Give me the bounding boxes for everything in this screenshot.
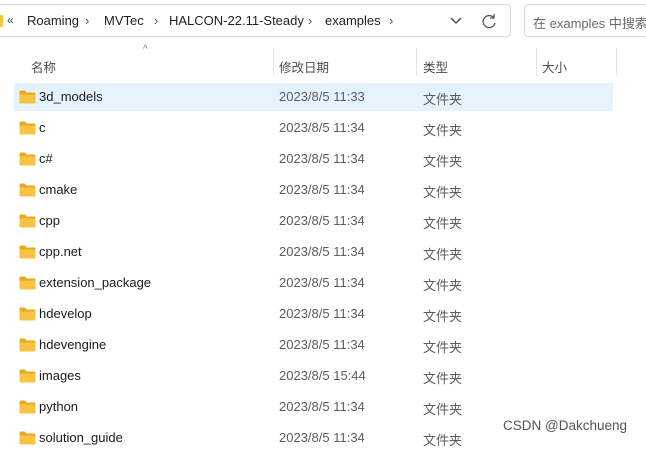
file-name: extension_package bbox=[39, 275, 152, 290]
file-name: hdevelop bbox=[39, 306, 92, 321]
file-name: cpp.net bbox=[39, 244, 82, 259]
file-type: 文件夹 bbox=[423, 340, 463, 355]
breadcrumb-separator[interactable]: › bbox=[154, 13, 158, 28]
file-type: 文件夹 bbox=[423, 402, 463, 417]
file-type: 文件夹 bbox=[423, 185, 463, 200]
folder-icon bbox=[19, 338, 36, 352]
file-modified-date: 2023/8/5 11:34 bbox=[279, 182, 365, 197]
search-input[interactable]: 在 examples 中搜索 bbox=[524, 4, 646, 37]
file-row[interactable]: images 2023/8/5 15:44 文件夹 bbox=[14, 362, 613, 390]
file-row[interactable]: cmake 2023/8/5 11:34 文件夹 bbox=[14, 176, 613, 204]
file-row[interactable]: hdevengine 2023/8/5 11:34 文件夹 bbox=[14, 331, 613, 359]
folder-icon bbox=[19, 214, 36, 228]
folder-icon bbox=[19, 369, 36, 383]
file-row[interactable]: c 2023/8/5 11:34 文件夹 bbox=[14, 114, 613, 142]
address-dropdown-icon[interactable] bbox=[447, 11, 465, 29]
breadcrumb-mvtec[interactable]: MVTec bbox=[104, 13, 144, 28]
breadcrumb-examples[interactable]: examples bbox=[325, 13, 381, 28]
file-row[interactable]: c# 2023/8/5 11:34 文件夹 bbox=[14, 145, 613, 173]
file-type: 文件夹 bbox=[423, 154, 463, 169]
file-row[interactable]: cpp 2023/8/5 11:34 文件夹 bbox=[14, 207, 613, 235]
file-modified-date: 2023/8/5 11:34 bbox=[279, 244, 365, 259]
file-name: cmake bbox=[39, 182, 78, 197]
file-type: 文件夹 bbox=[423, 309, 463, 324]
breadcrumb-separator[interactable]: › bbox=[389, 13, 393, 28]
file-type: 文件夹 bbox=[423, 123, 463, 138]
folder-icon bbox=[0, 15, 3, 27]
file-type: 文件夹 bbox=[423, 92, 463, 107]
file-row[interactable]: cpp.net 2023/8/5 11:34 文件夹 bbox=[14, 238, 613, 266]
file-name: hdevengine bbox=[39, 337, 107, 352]
file-name: c bbox=[39, 120, 46, 135]
file-row[interactable]: python 2023/8/5 11:34 文件夹 bbox=[14, 393, 613, 421]
file-modified-date: 2023/8/5 11:34 bbox=[279, 337, 365, 352]
folder-icon bbox=[19, 183, 36, 197]
file-name: images bbox=[39, 368, 81, 383]
file-type: 文件夹 bbox=[423, 278, 463, 293]
file-type: 文件夹 bbox=[423, 433, 463, 448]
breadcrumb-roaming[interactable]: Roaming bbox=[27, 13, 79, 28]
file-name: python bbox=[39, 399, 79, 414]
file-name: c# bbox=[39, 151, 53, 166]
address-bar[interactable]: « Roaming › MVTec › HALCON-22.11-Steady … bbox=[0, 4, 511, 37]
breadcrumb-halcon[interactable]: HALCON-22.11-Steady bbox=[169, 13, 304, 28]
search-placeholder: 在 examples 中搜索 bbox=[533, 16, 646, 31]
folder-icon bbox=[19, 276, 36, 290]
folder-icon bbox=[19, 152, 36, 166]
sort-ascending-icon: ^ bbox=[143, 44, 148, 55]
refresh-icon[interactable] bbox=[478, 11, 500, 33]
file-modified-date: 2023/8/5 11:34 bbox=[279, 399, 365, 414]
breadcrumb-separator[interactable]: › bbox=[85, 13, 89, 28]
file-type: 文件夹 bbox=[423, 371, 463, 386]
file-row[interactable]: hdevelop 2023/8/5 11:34 文件夹 bbox=[14, 300, 613, 328]
folder-icon bbox=[19, 307, 36, 321]
folder-icon bbox=[19, 245, 36, 259]
file-name: cpp bbox=[39, 213, 60, 228]
column-divider[interactable] bbox=[416, 48, 417, 76]
file-modified-date: 2023/8/5 11:34 bbox=[279, 275, 365, 290]
file-modified-date: 2023/8/5 11:34 bbox=[279, 151, 365, 166]
file-row[interactable]: extension_package 2023/8/5 11:34 文件夹 bbox=[14, 269, 613, 297]
column-divider[interactable] bbox=[273, 48, 274, 76]
folder-icon bbox=[19, 121, 36, 135]
column-divider[interactable] bbox=[616, 48, 617, 76]
file-modified-date: 2023/8/5 11:33 bbox=[279, 89, 365, 104]
file-type: 文件夹 bbox=[423, 247, 463, 262]
file-modified-date: 2023/8/5 11:34 bbox=[279, 213, 365, 228]
file-type: 文件夹 bbox=[423, 216, 463, 231]
file-row[interactable]: 3d_models 2023/8/5 11:33 文件夹 bbox=[14, 83, 613, 111]
folder-icon bbox=[19, 400, 36, 414]
watermark: CSDN @Dakchueng bbox=[503, 418, 628, 433]
folder-icon bbox=[19, 90, 36, 104]
file-modified-date: 2023/8/5 15:44 bbox=[279, 368, 366, 383]
breadcrumb-separator[interactable]: › bbox=[308, 13, 312, 28]
file-modified-date: 2023/8/5 11:34 bbox=[279, 120, 365, 135]
file-modified-date: 2023/8/5 11:34 bbox=[279, 306, 365, 321]
column-divider[interactable] bbox=[536, 48, 537, 76]
folder-icon bbox=[19, 431, 36, 445]
overflow-crumbs-button[interactable]: « bbox=[7, 13, 14, 27]
file-name: 3d_models bbox=[39, 89, 103, 104]
